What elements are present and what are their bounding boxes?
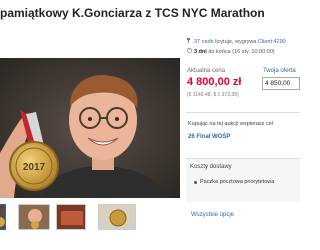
divider — [186, 112, 300, 113]
current-price-label: Aktualna cena — [187, 68, 226, 74]
price-box: Aktualna cena Twoja oferta 4 800,00 zł 4… — [185, 63, 300, 103]
shipping-heading: Koszty dostawy — [190, 164, 232, 170]
offer-input[interactable]: 4 850,00 — [262, 77, 300, 90]
listing-title: pamiątkowy K.Gonciarza z TCS NYC Maratho… — [0, 6, 265, 20]
medal-year: 2017 — [23, 162, 46, 173]
clock-icon — [186, 47, 193, 54]
watchers-suffix: licytuje, wygrywa — [215, 39, 257, 45]
thumbnail-4[interactable] — [98, 204, 136, 230]
shipping-option: Paczka pocztowa priorytetowa — [200, 179, 275, 185]
auction-page: pamiątkowy K.Gonciarza z TCS NYC Maratho… — [0, 0, 300, 250]
watchers-line: 37 osób licytuje, wygrywa Client:4290 — [187, 38, 286, 45]
bullet-icon — [194, 181, 197, 184]
days-left-suffix: do końca (16 sty, 10:00:00) — [208, 49, 275, 55]
current-price: 4 800,00 zł — [187, 76, 242, 88]
all-options-link[interactable]: Wszystkie opcje — [191, 212, 234, 218]
your-offer-label: Twoja oferta — [263, 68, 296, 74]
main-photo[interactable]: 2017 — [0, 58, 180, 198]
thumbnail-1[interactable] — [0, 204, 6, 230]
support-cause-link[interactable]: 26 Finał WOŚP — [188, 134, 230, 140]
hammer-icon — [187, 38, 192, 43]
watchers-link[interactable]: 37 osób — [194, 39, 214, 45]
time-left-line: 3 dni do końca (16 sty, 10:00:00) — [186, 47, 275, 55]
thumbnail-3[interactable] — [56, 204, 86, 230]
support-text: Kupując na tej aukcji wspierasz cel — [188, 121, 273, 127]
price-converted: (€ 1149.48, $ 1 373,39) — [187, 92, 239, 98]
shipping-box: Koszty dostawy Paczka pocztowa priorytet… — [186, 158, 300, 202]
days-left: 3 dni — [194, 49, 207, 55]
thumbnail-2[interactable] — [18, 204, 50, 230]
client-link[interactable]: Client:4290 — [258, 39, 286, 45]
